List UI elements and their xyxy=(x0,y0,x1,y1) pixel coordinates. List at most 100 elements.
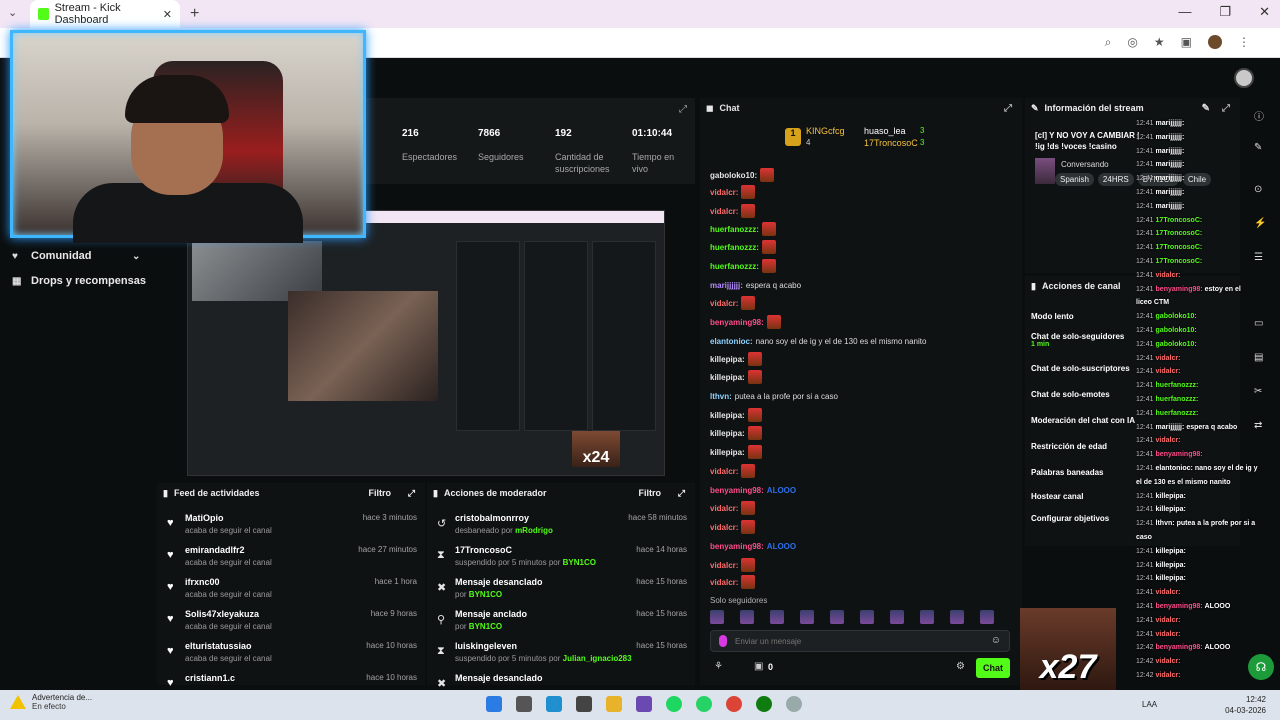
nav-item-comunidad[interactable]: ♥ Comunidad ⌄ xyxy=(12,250,140,262)
mod-action-title[interactable]: cristobalmonrroy xyxy=(455,513,529,523)
nav-item-drops[interactable]: ▦ Drops y recompensas xyxy=(12,275,146,287)
channel-action-item[interactable]: Chat de solo-emotes xyxy=(1031,390,1110,399)
emote-icon[interactable] xyxy=(920,610,934,624)
emote-icon[interactable] xyxy=(770,610,784,624)
chat-username[interactable]: benyaming98: xyxy=(710,542,764,551)
extensions-icon[interactable]: ▣ xyxy=(1181,35,1192,50)
chat-username[interactable]: vidalcr: xyxy=(710,561,738,570)
chat-username[interactable]: marijjjjjj: xyxy=(710,281,743,290)
feed-item[interactable]: ♥ ifrxnc00 acaba de seguir el canal hace 1 … xyxy=(165,577,417,609)
chat-username[interactable]: killepipa: xyxy=(710,411,745,420)
chat-username[interactable]: huerfanozzz: xyxy=(710,225,759,234)
chat-username[interactable]: gaboloko10: xyxy=(710,171,757,180)
channel-action-item[interactable]: Configurar objetivos xyxy=(1031,514,1109,523)
emote-icon[interactable] xyxy=(740,610,754,624)
channel-action-item[interactable]: Moderación del chat con IA xyxy=(1031,416,1135,425)
chat-username[interactable]: elantonioc: xyxy=(710,337,753,346)
browser-tab[interactable]: Stream - Kick Dashboard ✕ xyxy=(30,0,180,28)
folder-icon[interactable] xyxy=(606,696,622,712)
activity-filter-button[interactable]: Filtro xyxy=(369,488,392,498)
chat-username[interactable]: killepipa: xyxy=(710,429,745,438)
feed-item[interactable]: ♥ elturistatussiao acaba de seguir el cana… xyxy=(165,641,417,673)
language-indicator[interactable]: LAA xyxy=(1142,700,1157,709)
emote-icon[interactable] xyxy=(860,610,874,624)
tab-close-icon[interactable]: ✕ xyxy=(163,8,172,21)
mod-action-item[interactable]: ↺ cristobalmonrroy desbaneado por mRodrigo… xyxy=(435,513,687,545)
emote-icon[interactable] xyxy=(980,610,994,624)
feed-user[interactable]: Solis47xleyakuza xyxy=(185,609,259,619)
gear-icon[interactable]: ⚙ xyxy=(956,661,965,672)
chevron-down-icon[interactable]: ⌄ xyxy=(132,251,140,262)
chat-username[interactable]: killepipa: xyxy=(710,373,745,382)
leaderboard-user[interactable]: huaso_lea xyxy=(864,126,906,136)
store-icon[interactable] xyxy=(576,696,592,712)
points-icon[interactable]: ⚘ xyxy=(714,661,723,672)
channel-action-item[interactable]: Restricción de edad xyxy=(1031,442,1107,451)
app-icon[interactable] xyxy=(636,696,652,712)
chat-input-box[interactable]: ☺ xyxy=(710,630,1010,652)
warning-widget[interactable]: Advertencia de... En efecto xyxy=(10,693,92,711)
minimize-button[interactable]: — xyxy=(1178,4,1191,20)
chat-username[interactable]: lthvn: xyxy=(710,392,732,401)
profile-avatar[interactable] xyxy=(1208,35,1222,49)
channel-action-item[interactable]: Chat de solo-suscriptores xyxy=(1031,364,1130,373)
new-tab-button[interactable]: + xyxy=(190,5,199,23)
channel-action-item[interactable]: Modo lento xyxy=(1031,312,1074,321)
mod-action-title[interactable]: 17TroncosoC xyxy=(455,545,512,555)
tab-list-icon[interactable]: ⌄ xyxy=(8,6,17,19)
expand-icon[interactable]: ⤢ xyxy=(679,104,687,115)
emote-icon[interactable] xyxy=(710,610,724,624)
gift-icon[interactable]: ▣ xyxy=(754,661,763,672)
channel-action-item[interactable]: Palabras baneadas xyxy=(1031,468,1103,477)
mod-action-by[interactable]: Julian_ignacio283 xyxy=(563,654,632,663)
chat-username[interactable]: vidalcr: xyxy=(710,523,738,532)
edit-icon[interactable]: ✎ xyxy=(1202,103,1210,114)
mod-action-by[interactable]: BYN1CO xyxy=(469,622,502,631)
zoom-icon[interactable]: ⌕ xyxy=(1105,35,1112,50)
mod-action-by[interactable]: BYN1CO xyxy=(563,558,596,567)
chrome-icon[interactable] xyxy=(726,696,742,712)
chat-username[interactable]: vidalcr: xyxy=(710,188,738,197)
expand-icon[interactable]: ⤢ xyxy=(1004,103,1012,114)
maximize-button[interactable]: ❐ xyxy=(1219,4,1231,20)
chat-username[interactable]: vidalcr: xyxy=(710,578,738,587)
emote-icon[interactable] xyxy=(890,610,904,624)
mod-filter-button[interactable]: Filtro xyxy=(639,488,662,498)
star-icon[interactable]: ★ xyxy=(1154,35,1165,50)
chat-input[interactable] xyxy=(735,634,985,648)
feed-user[interactable]: emirandadlfr2 xyxy=(185,545,245,555)
feed-user[interactable]: ifrxnc00 xyxy=(185,577,220,587)
expand-icon[interactable]: ⤢ xyxy=(408,488,415,499)
expand-icon[interactable]: ⤢ xyxy=(1222,103,1230,114)
chat-username[interactable]: huerfanozzz: xyxy=(710,262,759,271)
mod-action-item[interactable]: ✖ Mensaje desanclado por BYN1CO hace 15 hor… xyxy=(435,577,687,609)
chat-username[interactable]: vidalcr: xyxy=(710,207,738,216)
emote-icon[interactable] xyxy=(950,610,964,624)
app2-icon[interactable] xyxy=(786,696,802,712)
chat-username[interactable]: vidalcr: xyxy=(710,299,738,308)
leaderboard-user[interactable]: KINGcfcg xyxy=(806,126,845,136)
mod-action-title[interactable]: Mensaje desanclado xyxy=(455,673,543,683)
feed-item[interactable]: ♥ MatiOpio acaba de seguir el canal hace 3 … xyxy=(165,513,417,545)
feed-user[interactable]: MatiOpio xyxy=(185,513,224,523)
mod-action-title[interactable]: luiskingeleven xyxy=(455,641,517,651)
channel-action-item[interactable]: Chat de solo-seguidores 1 min xyxy=(1031,332,1124,348)
start-icon[interactable] xyxy=(486,696,502,712)
emote-icon[interactable] xyxy=(830,610,844,624)
edge-icon[interactable] xyxy=(546,696,562,712)
feed-item[interactable]: ♥ emirandadlfr2 acaba de seguir el canal ha… xyxy=(165,545,417,577)
close-window-button[interactable]: ✕ xyxy=(1259,4,1270,20)
emoji-icon[interactable]: ☺ xyxy=(991,635,1001,646)
emote-icon[interactable] xyxy=(800,610,814,624)
spotify-icon[interactable] xyxy=(666,696,682,712)
mod-action-item[interactable]: ⧗ 17TroncosoC suspendido por 5 minutos por… xyxy=(435,545,687,577)
menu-icon[interactable]: ⋮ xyxy=(1238,35,1250,50)
expand-icon[interactable]: ⤢ xyxy=(678,488,685,499)
send-chat-button[interactable]: Chat xyxy=(976,658,1010,678)
mod-action-title[interactable]: Mensaje anclado xyxy=(455,609,527,619)
mic-icon[interactable] xyxy=(719,635,727,647)
mod-action-by[interactable]: mRodrigo xyxy=(515,526,553,535)
chat-username[interactable]: killepipa: xyxy=(710,448,745,457)
chat-username[interactable]: benyaming98: xyxy=(710,486,764,495)
user-avatar[interactable] xyxy=(1234,68,1254,88)
